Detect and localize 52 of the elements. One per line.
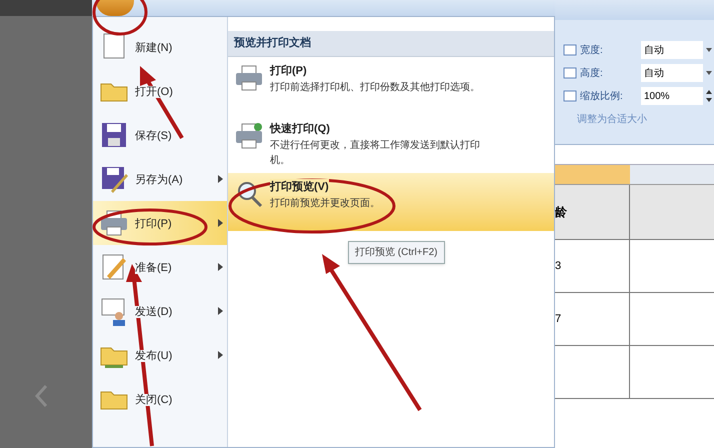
group-label: 调整为合适大小 bbox=[576, 112, 648, 127]
menu-item[interactable]: 保存(S) bbox=[93, 113, 227, 157]
menu-label: 另存为(A) bbox=[135, 174, 183, 186]
menu-label: 关闭(C) bbox=[135, 394, 172, 406]
submenu-item[interactable]: 打印(P) 打印前选择打印机、打印份数及其他打印选项。 bbox=[228, 57, 554, 115]
submenu-item[interactable]: 打印预览(V) 打印前预览并更改页面。 bbox=[228, 173, 554, 231]
tooltip: 打印预览 (Ctrl+F2) bbox=[348, 241, 444, 264]
menu-label: 发布(U) bbox=[135, 350, 172, 362]
menu-label: 打开(O) bbox=[135, 86, 173, 98]
printer-icon bbox=[99, 208, 129, 238]
field-label: 宽度: bbox=[580, 44, 604, 58]
submenu-item[interactable]: 快速打印(Q) 不进行任何更改，直接将工作簿发送到默认打印机。 bbox=[228, 115, 554, 173]
field-label: 高度: bbox=[580, 66, 604, 80]
menu-label: 打印(P) bbox=[135, 218, 172, 230]
input-field[interactable]: 自动 bbox=[641, 41, 703, 59]
menu-item[interactable]: 发送(D) bbox=[93, 289, 227, 333]
page-setup-icon bbox=[563, 44, 577, 56]
menu-label: 发送(D) bbox=[135, 306, 172, 318]
input-field[interactable]: 自动 bbox=[641, 64, 703, 82]
item-title: 打印(P) bbox=[270, 63, 307, 80]
printer-icon bbox=[234, 63, 264, 93]
menu-label: 保存(S) bbox=[135, 130, 172, 142]
field-label: 缩放比例: bbox=[580, 90, 624, 104]
submenu-arrow-icon bbox=[218, 175, 223, 183]
menu-item[interactable]: 打开(O) bbox=[93, 69, 227, 113]
floppy-disk-pencil-icon bbox=[99, 164, 129, 194]
menu-item[interactable]: 新建(N) bbox=[93, 25, 227, 69]
menu-label: 准备(E) bbox=[135, 262, 172, 274]
table-header-cell: 龄 bbox=[555, 185, 630, 239]
menu-item[interactable]: 关闭(C) bbox=[93, 377, 227, 421]
menu-item[interactable]: 发布(U) bbox=[93, 333, 227, 377]
item-title: 快速打印(Q) bbox=[270, 121, 330, 138]
printer-icon bbox=[234, 121, 264, 151]
submenu-arrow-icon bbox=[218, 351, 223, 359]
page-setup-icon bbox=[563, 90, 577, 102]
menu-item[interactable]: 另存为(A) bbox=[93, 157, 227, 201]
item-description: 不进行任何更改，直接将工作簿发送到默认打印机。 bbox=[270, 138, 480, 168]
table-cell: 7 bbox=[555, 293, 630, 345]
item-description: 打印前预览并更改页面。 bbox=[270, 196, 380, 210]
submenu-arrow-icon bbox=[218, 219, 223, 227]
spinner-arrows-icon[interactable] bbox=[706, 89, 712, 103]
submenu-arrow-icon bbox=[218, 263, 223, 271]
dropdown-caret-icon[interactable] bbox=[706, 48, 712, 52]
submenu-arrow-icon bbox=[218, 307, 223, 315]
item-description: 打印前选择打印机、打印份数及其他打印选项。 bbox=[270, 80, 480, 94]
input-field[interactable]: 100% bbox=[641, 87, 703, 105]
dropdown-caret-icon[interactable] bbox=[706, 71, 712, 75]
submenu-header: 预览并打印文档 bbox=[228, 31, 554, 57]
page-setup-icon bbox=[563, 67, 577, 79]
menu-label: 新建(N) bbox=[135, 42, 172, 54]
item-title: 打印预览(V) bbox=[270, 179, 329, 196]
table-cell: 3 bbox=[555, 240, 630, 292]
